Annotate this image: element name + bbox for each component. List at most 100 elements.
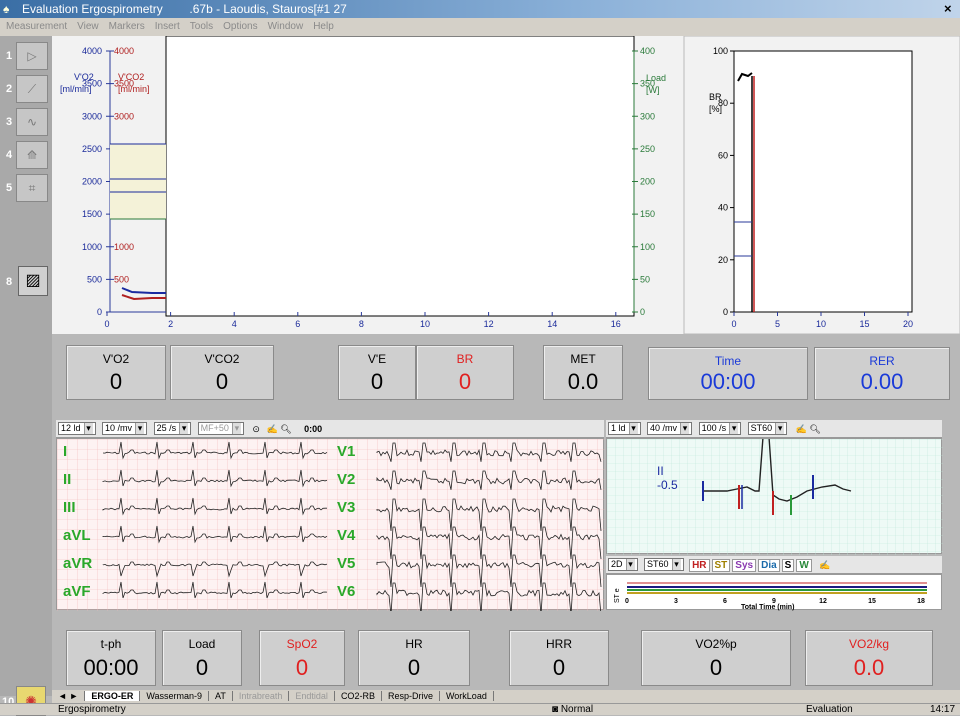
menu-item-window[interactable]: Window	[268, 21, 304, 32]
trend-toggle-st[interactable]: ST	[711, 559, 731, 572]
value-label: BR	[456, 352, 474, 366]
gain-select[interactable]: 10 /mv ▾	[102, 422, 148, 435]
st-speed-select[interactable]: 100 /s ▾	[698, 422, 742, 435]
play-tool-button[interactable]: ▷	[16, 42, 48, 70]
tab-endtidal[interactable]: Endtidal	[289, 691, 335, 701]
value-readout: 0	[295, 655, 309, 680]
trend-toggle-dia[interactable]: Dia	[758, 559, 780, 572]
value-label: MET	[570, 352, 596, 366]
filter-select[interactable]: MF+50 ▾	[197, 422, 244, 435]
value-readout: 0	[552, 655, 566, 680]
x-tick-label: 0	[104, 319, 109, 329]
tab-nav-arrows[interactable]: ◄ ►	[52, 691, 86, 701]
top-v-co2-box: V'CO2 0	[170, 345, 274, 400]
br-x-tick-label: 20	[903, 319, 913, 329]
tab-intrabreath[interactable]: Intrabreath	[232, 691, 290, 701]
x-tick-label: 12	[484, 319, 494, 329]
tab-resp-drive[interactable]: Resp-Drive	[381, 691, 440, 701]
vo2-tick-label: 4000	[82, 46, 102, 56]
bottom-vo2-kg-box: VO2/kg 0.0	[805, 630, 933, 686]
menu-item-insert[interactable]: Insert	[155, 21, 180, 32]
vo2-tick-label: 2000	[82, 177, 102, 187]
x-tick-label: 8	[359, 319, 364, 329]
ecg-toolbar: 12 ld ▾ 10 /mv ▾ 25 /s ▾ MF+50 ▾ ⊙ ✍ 🔍︎ 0:00	[56, 420, 604, 438]
window-title: Evaluation Ergospirometry .67b - Laoudis…	[22, 2, 347, 16]
br-y-tick-label: 20	[718, 255, 728, 265]
vo2-axis-title: V'O2	[74, 72, 94, 82]
graph-tool-button[interactable]: ⟋	[16, 75, 48, 103]
br-x-tick-label: 15	[859, 319, 869, 329]
trend-x-tick: 9	[772, 598, 776, 605]
trend-tool-button[interactable]: ⟰	[16, 141, 48, 169]
value-readout: 0	[370, 369, 384, 394]
trend-y-label: ST e	[614, 588, 621, 603]
br-y-tick-label: 80	[718, 98, 728, 108]
trend-mode-select[interactable]: 2D ▾	[608, 558, 638, 571]
bottom-hr-box: HR 0	[358, 630, 470, 686]
menu-item-help[interactable]: Help	[313, 21, 334, 32]
tool-number: 8	[6, 276, 13, 288]
ecg-lead-label: V3	[337, 499, 356, 516]
st-complex-panel: II -0.5	[606, 436, 943, 555]
st-lead-label: II	[657, 464, 664, 478]
vo2-tick-label: 1500	[82, 209, 102, 219]
trend-st-select[interactable]: ST60 ▾	[644, 558, 684, 571]
print-tool-button[interactable]: ▨	[18, 266, 48, 296]
zoom-icon[interactable]: 🔍︎	[280, 424, 291, 434]
trend-toolbar: 2D ▾ ST60 ▾ HR ST Sys Dia S W ✍	[606, 556, 942, 574]
st-zoom-icon[interactable]: 🔍︎	[809, 424, 820, 434]
value-readout: 0	[109, 369, 123, 394]
value-readout: 0.0	[567, 369, 599, 394]
curve-tool-button[interactable]: ∿	[16, 108, 48, 136]
tab-wasserman-9[interactable]: Wasserman-9	[140, 691, 210, 701]
top-met-box: MET 0.0	[543, 345, 623, 400]
menu-item-options[interactable]: Options	[223, 21, 257, 32]
vco2-line	[121, 294, 166, 301]
marker-icon[interactable]: ✍	[266, 424, 277, 434]
vo2-line	[121, 287, 166, 294]
threshold-band	[110, 144, 166, 219]
st-marker-icon[interactable]: ✍	[796, 424, 807, 434]
value-readout: 0.00	[860, 369, 904, 394]
value-readout: 00:00	[83, 655, 139, 680]
top-time-box: Time 00:00	[648, 347, 808, 400]
load-tick-label: 50	[640, 274, 650, 284]
top-v-e-box: V'E 0	[338, 345, 416, 400]
close-icon[interactable]: ×	[944, 0, 956, 18]
menu-item-tools[interactable]: Tools	[190, 21, 213, 32]
menu-bar: Measurement View Markers Insert Tools Options…	[0, 18, 960, 36]
value-label: V'O2	[102, 352, 130, 366]
vco2-tick-label: 3000	[114, 111, 134, 121]
ecg-lead-label: aVF	[63, 583, 91, 600]
value-readout: 0	[215, 369, 229, 394]
trend-marker-icon[interactable]: ✍	[819, 560, 830, 570]
menu-item-measurement[interactable]: Measurement	[6, 21, 67, 32]
tab-at[interactable]: AT	[209, 691, 233, 701]
tab-workload[interactable]: WorkLoad	[439, 691, 494, 701]
value-label: V'CO2	[204, 352, 240, 366]
speed-select[interactable]: 25 /s ▾	[153, 422, 192, 435]
trend-svg: ST e Total Time (min) 0 3 6 9 12 15 18	[614, 582, 927, 611]
trend-toggle-hr[interactable]: HR	[689, 559, 710, 572]
ecg-lead-label: V6	[337, 583, 356, 600]
st-leads-select[interactable]: 1 ld ▾	[608, 422, 641, 435]
trend-toggle-s[interactable]: S	[781, 559, 795, 572]
trend-x-tick: 3	[674, 598, 678, 605]
menu-item-markers[interactable]: Markers	[109, 21, 145, 32]
tab-ergo-er[interactable]: ERGO-ER	[85, 691, 141, 701]
status-left: Ergospirometry	[58, 704, 126, 715]
trend-toggle-sys[interactable]: Sys	[732, 559, 757, 572]
menu-item-view[interactable]: View	[77, 21, 99, 32]
value-label: RER	[869, 354, 895, 368]
load-tick-label: 200	[640, 177, 655, 187]
trend-toggle-w[interactable]: W	[796, 559, 812, 572]
st-mode-select[interactable]: ST60 ▾	[747, 422, 788, 435]
tab-co2-rb[interactable]: CO2-RB	[334, 691, 382, 701]
st-gain-select[interactable]: 40 /mv ▾	[647, 422, 693, 435]
left-toolbar: 1 ▷ 2 ⟋ 3 ∿ 4 ⟰ 5 ⌗ 8 ▨ 10 ✺	[0, 36, 52, 716]
vco2-tick-label: 4000	[114, 46, 134, 56]
frame-tool-button[interactable]: ⌗	[16, 174, 48, 202]
ecg-settings-icon[interactable]: ⊙	[252, 424, 260, 434]
leads-select[interactable]: 12 ld ▾	[58, 422, 96, 435]
top-br-box: BR 0	[416, 345, 514, 400]
